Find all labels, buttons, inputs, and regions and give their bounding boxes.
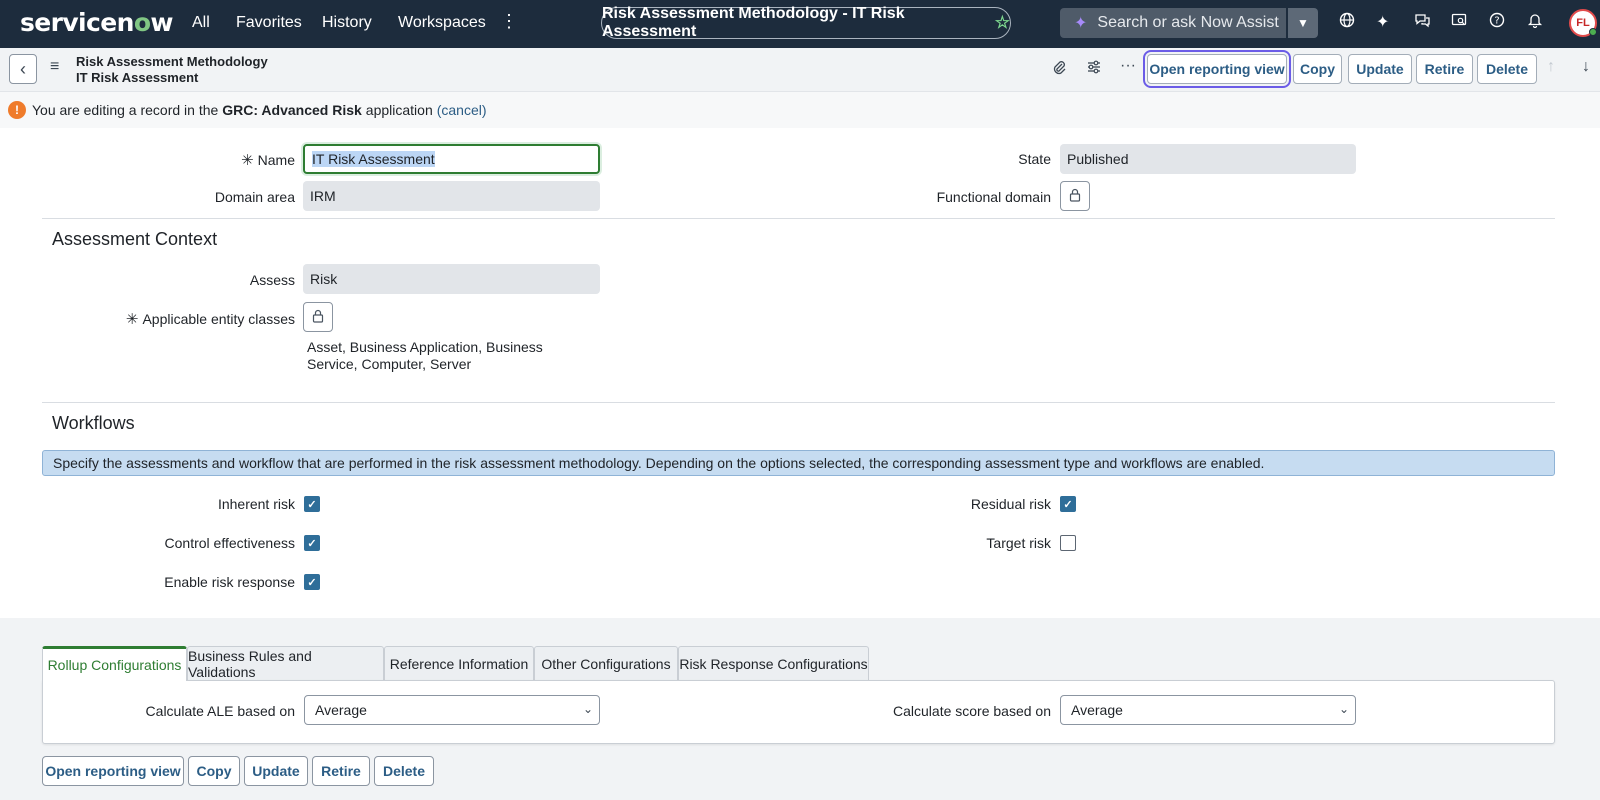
open-reporting-view-button[interactable]: Open reporting view [1143, 50, 1291, 88]
tab-reference-information[interactable]: Reference Information [384, 646, 534, 680]
notice-application: GRC: Advanced Risk [222, 102, 362, 118]
settings-sliders-icon[interactable] [1086, 59, 1102, 80]
target-risk-label: Target risk [986, 535, 1051, 551]
more-actions-icon[interactable]: ··· [1120, 57, 1136, 75]
editing-notice: ! You are editing a record in the GRC: A… [0, 92, 1600, 128]
workflows-info-note: Specify the assessments and workflow tha… [42, 450, 1555, 476]
bell-icon[interactable] [1527, 12, 1543, 33]
state-field: Published [1060, 144, 1356, 174]
notice-prefix: You are editing a record in the [32, 102, 219, 118]
enable-risk-response-checkbox[interactable]: ✓ [304, 574, 320, 590]
entity-classes-value: Asset, Business Application, Business Se… [307, 339, 543, 372]
ale-label: Calculate ALE based on [145, 703, 295, 719]
lock-icon [312, 309, 324, 326]
score-label: Calculate score based on [893, 703, 1051, 719]
control-effectiveness-checkbox[interactable]: ✓ [304, 535, 320, 551]
warning-icon: ! [8, 101, 26, 119]
domain-area-field: IRM [303, 181, 600, 211]
update-button-bottom[interactable]: Update [244, 756, 308, 786]
servicenow-logo[interactable]: servicenow [20, 8, 173, 37]
arrow-down-icon[interactable]: ↓ [1582, 58, 1590, 76]
control-effectiveness-label: Control effectiveness [164, 535, 295, 551]
record-title-pill[interactable]: Risk Assessment Methodology - IT Risk As… [601, 5, 1011, 40]
chat-icon[interactable] [1414, 12, 1431, 33]
section-divider [42, 218, 1555, 219]
star-icon[interactable]: ☆ [995, 13, 1010, 33]
tab-business-rules[interactable]: Business Rules and Validations [187, 646, 384, 680]
assess-label: Assess [249, 272, 295, 288]
vertical-ellipsis-icon[interactable]: ⋮ [500, 11, 518, 32]
assessment-context-title: Assessment Context [52, 229, 218, 249]
residual-risk-label: Residual risk [970, 496, 1051, 512]
form-title-table: Risk Assessment Methodology [76, 54, 268, 69]
inherent-risk-checkbox[interactable]: ✓ [304, 496, 320, 512]
lock-icon [1069, 188, 1081, 205]
functional-domain-lock-button[interactable] [1060, 181, 1090, 211]
open-reporting-view-button-bottom[interactable]: Open reporting view [42, 756, 184, 786]
chevron-down-icon: ⌄ [582, 702, 593, 716]
enable-risk-response-label: Enable risk response [164, 574, 295, 590]
name-label: ✳ Name [241, 152, 295, 169]
copy-button-bottom[interactable]: Copy [188, 756, 240, 786]
target-risk-checkbox[interactable] [1060, 535, 1076, 551]
global-search[interactable]: ✦ Search or ask Now Assist [1060, 8, 1286, 38]
screen-search-icon[interactable] [1451, 12, 1467, 33]
retire-button[interactable]: Retire [1416, 54, 1473, 84]
sparkle-icon[interactable]: ✦ [1376, 12, 1389, 32]
residual-risk-checkbox[interactable]: ✓ [1060, 496, 1076, 512]
nav-history[interactable]: History [322, 14, 372, 32]
entity-classes-label: ✳ Applicable entity classes [125, 311, 295, 328]
chevron-left-icon: ‹ [20, 58, 26, 79]
tab-other-configurations[interactable]: Other Configurations [534, 646, 678, 680]
now-assist-sparkle-icon: ✦ [1074, 15, 1088, 32]
state-label: State [1018, 151, 1051, 167]
form-title-record: IT Risk Assessment [76, 70, 199, 85]
form-header: ‹ ≡ Risk Assessment Methodology IT Risk … [0, 48, 1600, 92]
tab-rollup-configurations[interactable]: Rollup Configurations [42, 646, 187, 681]
record-title: Risk Assessment Methodology - IT Risk As… [602, 5, 905, 40]
paperclip-icon[interactable] [1052, 59, 1066, 80]
help-icon[interactable]: ? [1489, 12, 1505, 33]
entity-classes-lock-button[interactable] [303, 302, 333, 332]
globe-icon[interactable] [1339, 12, 1355, 33]
score-select[interactable]: Average ⌄ [1060, 695, 1356, 725]
required-asterisk-icon: ✳ [125, 311, 139, 328]
cancel-link[interactable]: (cancel) [437, 102, 487, 118]
delete-button[interactable]: Delete [1477, 54, 1537, 84]
retire-button-bottom[interactable]: Retire [312, 756, 370, 786]
svg-text:?: ? [1494, 16, 1499, 27]
ale-select[interactable]: Average ⌄ [304, 695, 600, 725]
workflows-title: Workflows [52, 413, 135, 433]
nav-all[interactable]: All [192, 14, 210, 32]
copy-button[interactable]: Copy [1293, 54, 1342, 84]
chevron-down-icon: ⌄ [1338, 702, 1349, 716]
assess-field: Risk [303, 264, 600, 294]
inherent-risk-label: Inherent risk [217, 496, 295, 512]
search-dropdown-button[interactable]: ▼ [1288, 8, 1318, 38]
section-divider [42, 402, 1555, 403]
back-button[interactable]: ‹ [9, 54, 37, 84]
top-navigation: servicenow All Favorites History Workspa… [0, 0, 1600, 48]
tab-risk-response-configurations[interactable]: Risk Response Configurations [678, 646, 869, 680]
online-status-dot [1589, 28, 1597, 36]
nav-workspaces[interactable]: Workspaces [398, 14, 486, 32]
update-button[interactable]: Update [1348, 54, 1412, 84]
form-menu-icon[interactable]: ≡ [50, 58, 59, 76]
arrow-up-icon[interactable]: ↑ [1547, 58, 1555, 76]
notice-suffix: application [365, 102, 433, 118]
delete-button-bottom[interactable]: Delete [374, 756, 434, 786]
nav-favorites[interactable]: Favorites [236, 14, 302, 32]
functional-domain-label: Functional domain [936, 189, 1051, 205]
domain-area-label: Domain area [214, 189, 295, 205]
name-input[interactable]: IT Risk Assessment [303, 144, 600, 174]
required-asterisk-icon: ✳ [241, 152, 254, 169]
search-placeholder: Search or ask Now Assist [1097, 14, 1279, 31]
